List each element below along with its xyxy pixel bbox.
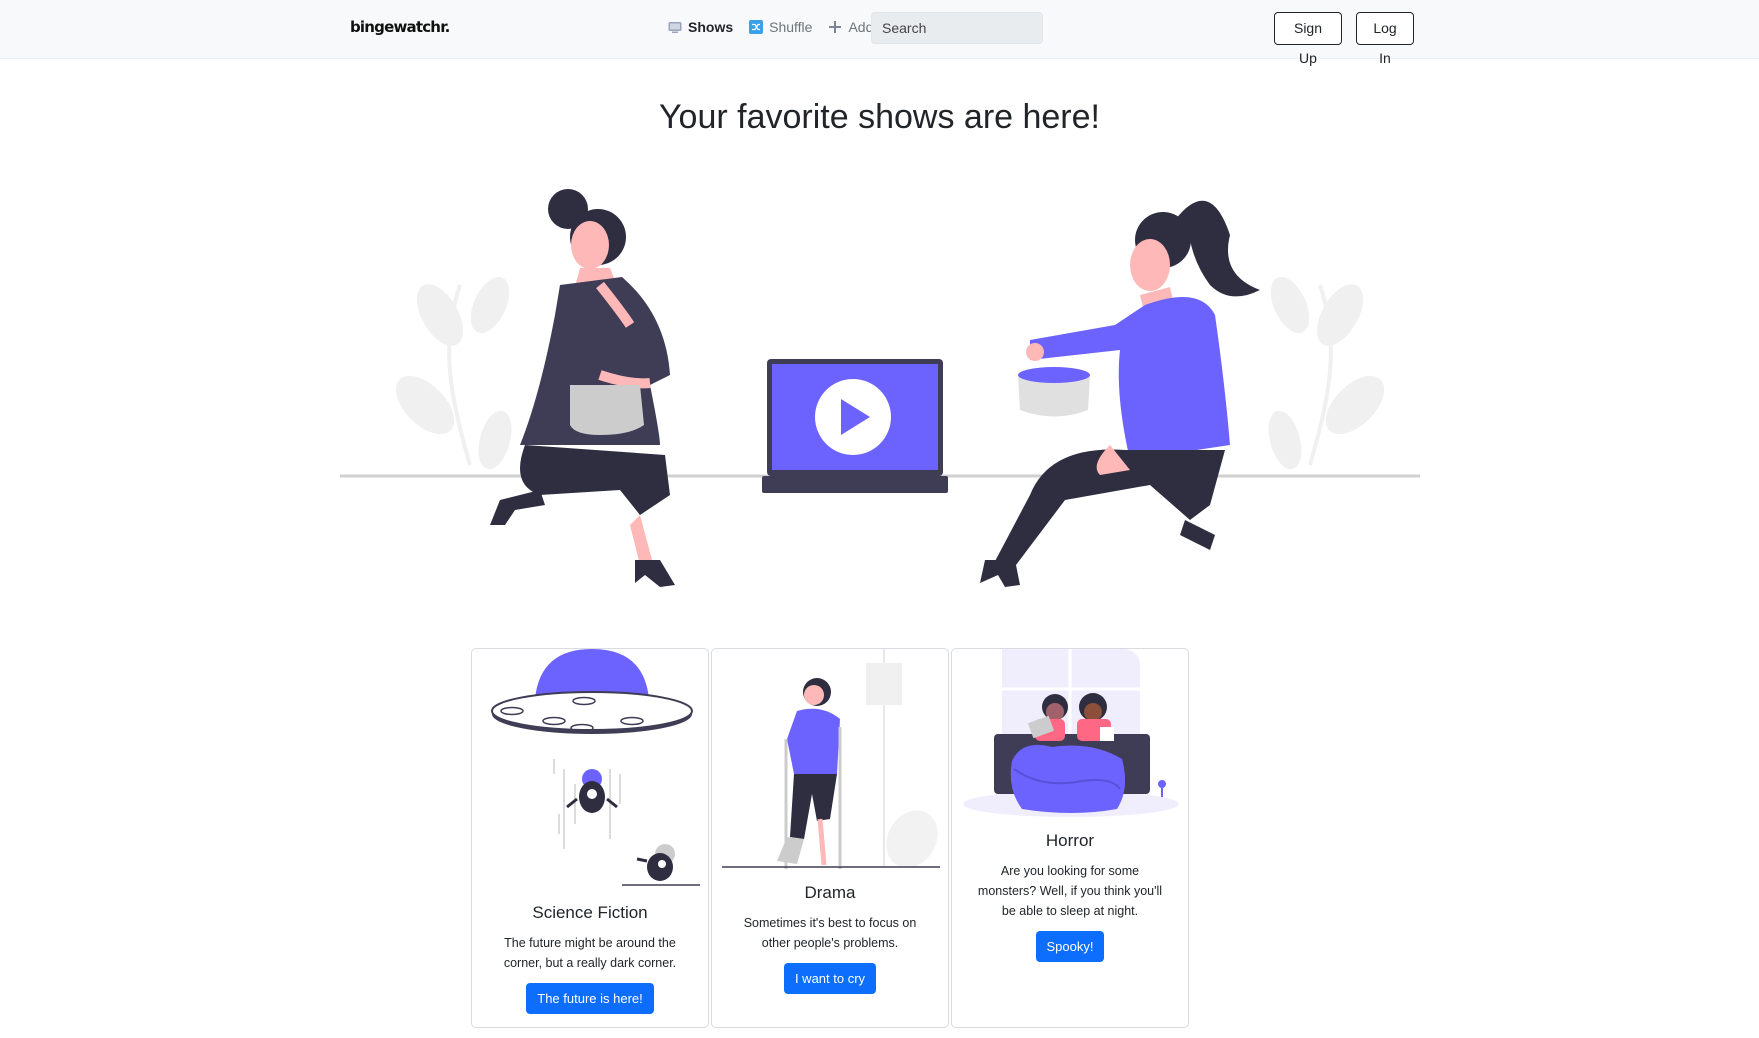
card-text: Are you looking for some monsters? Well,…	[977, 864, 1163, 918]
card-title: Drama	[804, 883, 856, 902]
sign-up-button[interactable]: Sign Up	[1274, 12, 1342, 66]
drama-button[interactable]: I want to cry	[783, 963, 877, 994]
plant-left-icon	[395, 276, 512, 470]
search-input[interactable]	[871, 12, 1043, 44]
card-title: Horror	[1045, 831, 1095, 850]
woman-right-figure	[980, 200, 1260, 587]
card-text: The future might be around the corner, b…	[503, 936, 677, 970]
nav-links: Shows Shuffle Add	[668, 19, 873, 35]
woman-left-figure	[490, 189, 675, 587]
card-body: Science Fiction The future might be arou…	[472, 903, 708, 1014]
nav-shuffle-label: Shuffle	[769, 19, 813, 35]
ufo-illustration	[491, 649, 700, 886]
horror-couch-illustration	[963, 649, 1179, 817]
hero-title: Your favorite shows are here!	[659, 98, 1100, 136]
card-drama: Drama Sometimes it's best to focus on ot…	[711, 648, 949, 1028]
nav-shows[interactable]: Shows	[668, 19, 733, 35]
log-in-button[interactable]: Log In	[1356, 12, 1414, 66]
hero-illustration	[340, 189, 1420, 587]
tv-icon	[668, 21, 682, 34]
brand-logo[interactable]: bingewatchr.	[350, 18, 450, 36]
card-science-fiction: Science Fiction The future might be arou…	[471, 648, 709, 1028]
card-horror: Horror Are you looking for some monsters…	[951, 648, 1189, 1028]
navbar: bingewatchr. Shows Shuffle Add Sign Up L…	[0, 0, 1759, 66]
plant-right-icon	[1268, 276, 1385, 470]
nav-add-label: Add	[848, 19, 874, 35]
card-title: Science Fiction	[532, 903, 648, 922]
science-fiction-button[interactable]: The future is here!	[526, 983, 654, 1014]
shuffle-icon	[749, 20, 764, 34]
plus-icon	[828, 20, 842, 34]
card-text: Sometimes it's best to focus on other pe…	[743, 916, 917, 950]
laptop-play-icon	[762, 359, 948, 493]
nav-add[interactable]: Add	[828, 19, 873, 35]
nav-shows-label: Shows	[688, 19, 734, 35]
nav-shuffle[interactable]: Shuffle	[749, 19, 812, 35]
crutches-illustration	[722, 649, 940, 869]
horror-button[interactable]: Spooky!	[1035, 931, 1105, 962]
card-body: Drama Sometimes it's best to focus on ot…	[712, 883, 948, 994]
card-body: Horror Are you looking for some monsters…	[952, 831, 1188, 962]
